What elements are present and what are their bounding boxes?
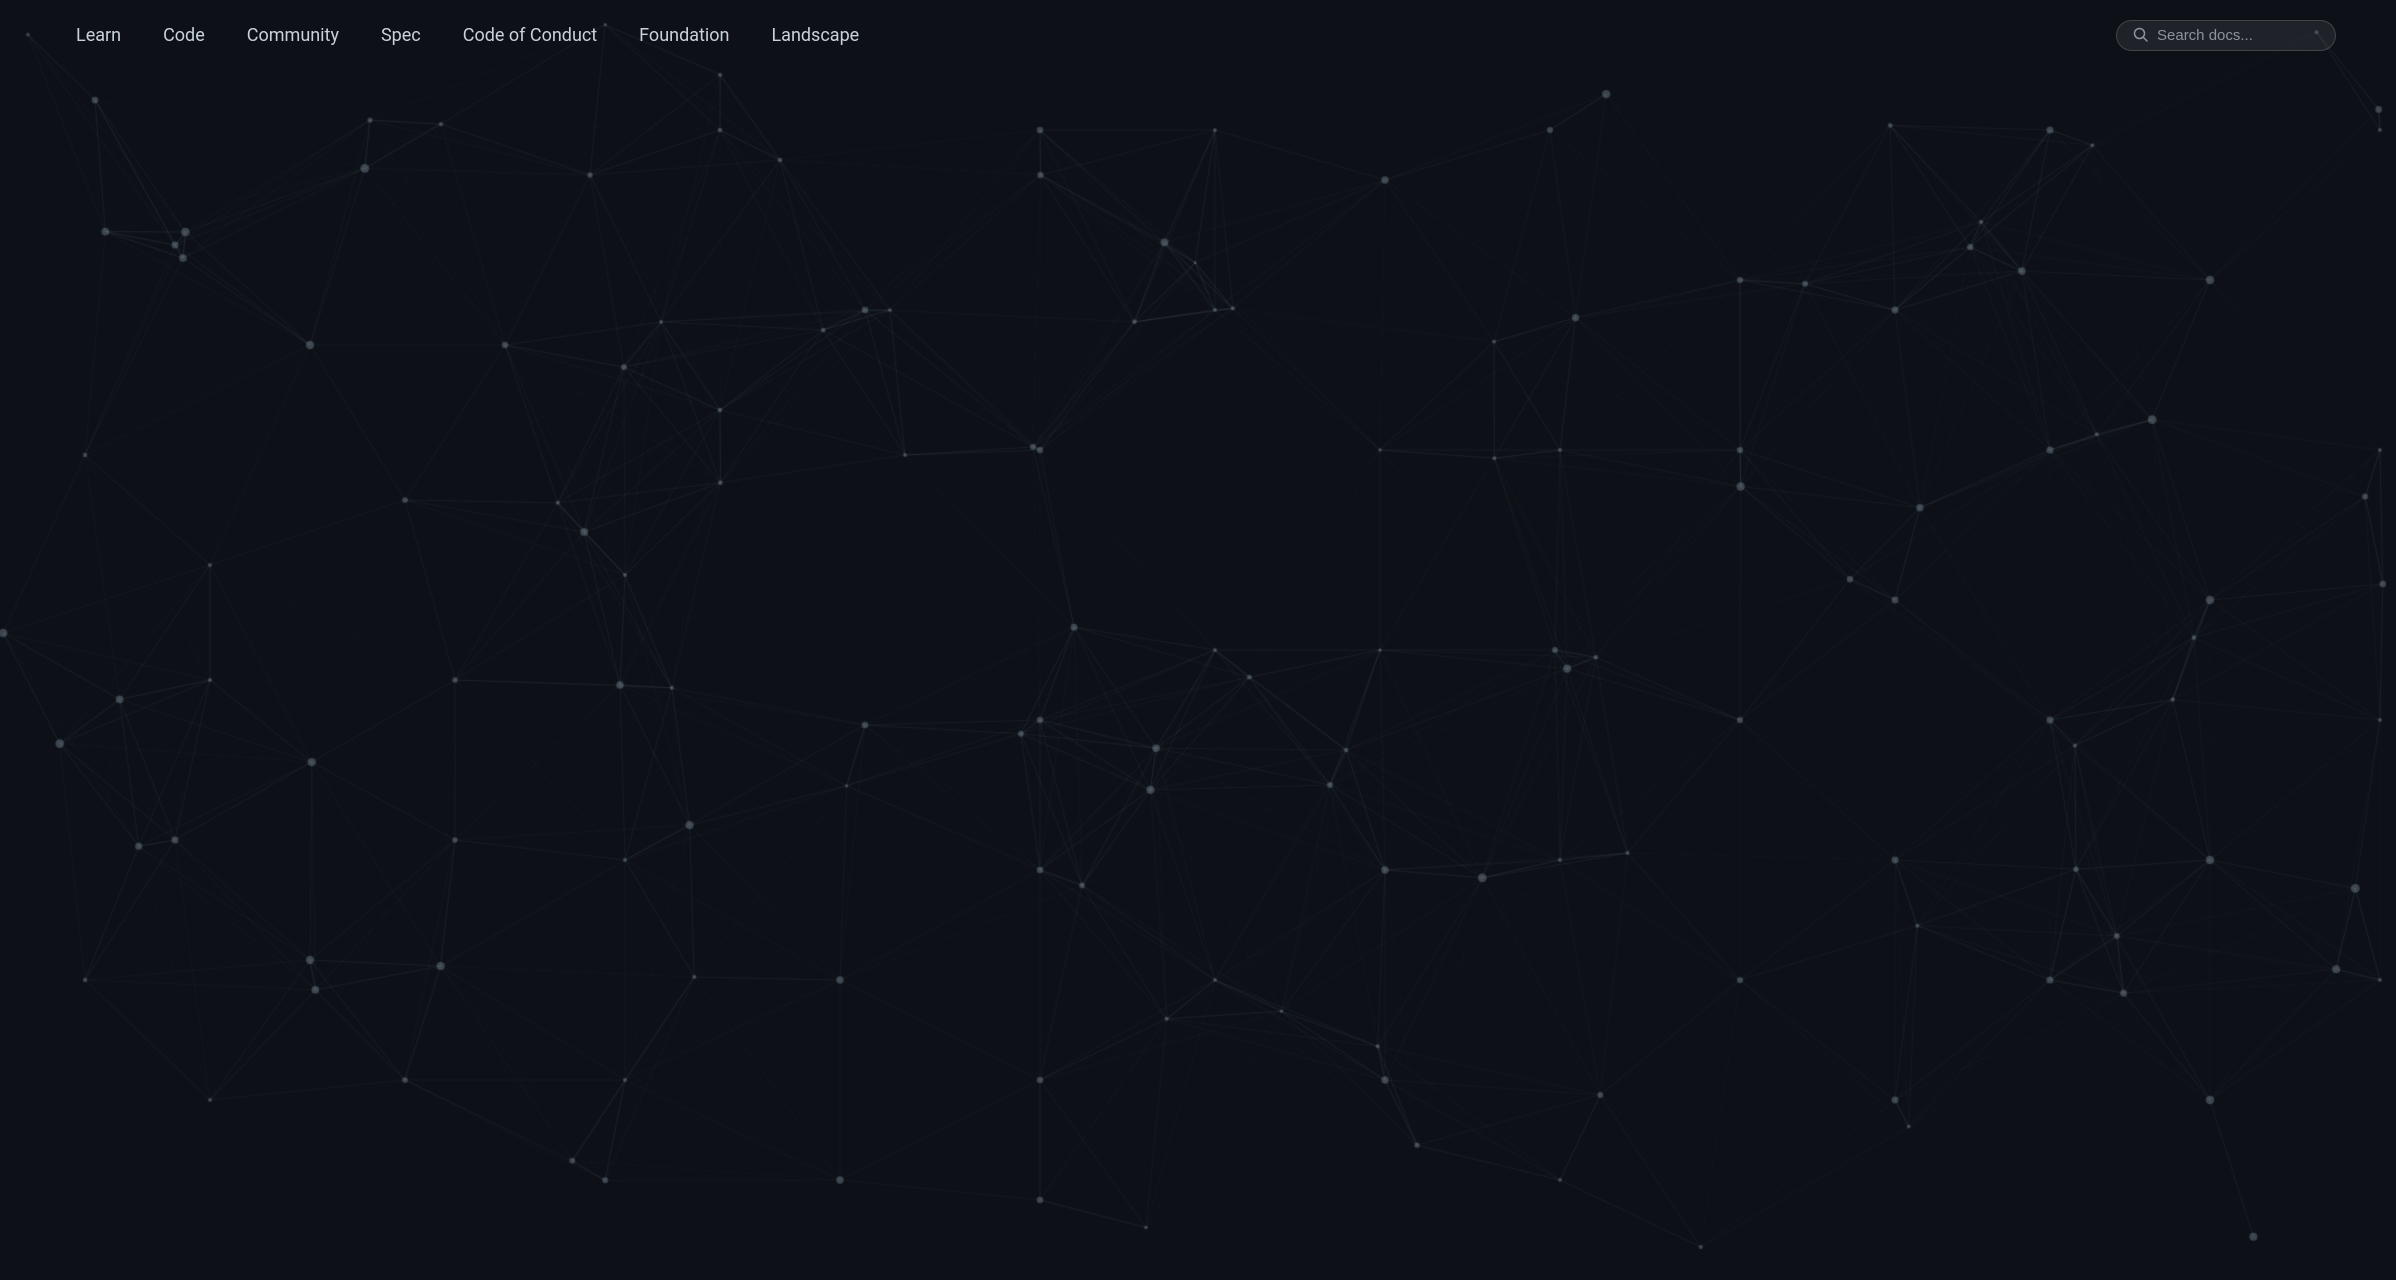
nav-links: Learn Code Community Spec Code of Conduct Fou… — [60, 17, 875, 54]
network-background — [0, 0, 2396, 1280]
nav-link-spec[interactable]: Spec — [365, 17, 437, 54]
nav-link-foundation[interactable]: Foundation — [623, 17, 745, 54]
nav-link-code-of-conduct[interactable]: Code of Conduct — [447, 17, 613, 54]
nav-link-code[interactable]: Code — [147, 17, 221, 54]
navbar: Learn Code Community Spec Code of Conduct Fou… — [0, 0, 2396, 70]
nav-link-community[interactable]: Community — [231, 17, 355, 54]
nav-link-learn[interactable]: Learn — [60, 17, 137, 54]
search-icon — [2133, 27, 2149, 43]
search-input[interactable] — [2157, 27, 2319, 44]
nav-link-landscape[interactable]: Landscape — [755, 17, 875, 54]
search-container[interactable] — [2116, 20, 2336, 51]
